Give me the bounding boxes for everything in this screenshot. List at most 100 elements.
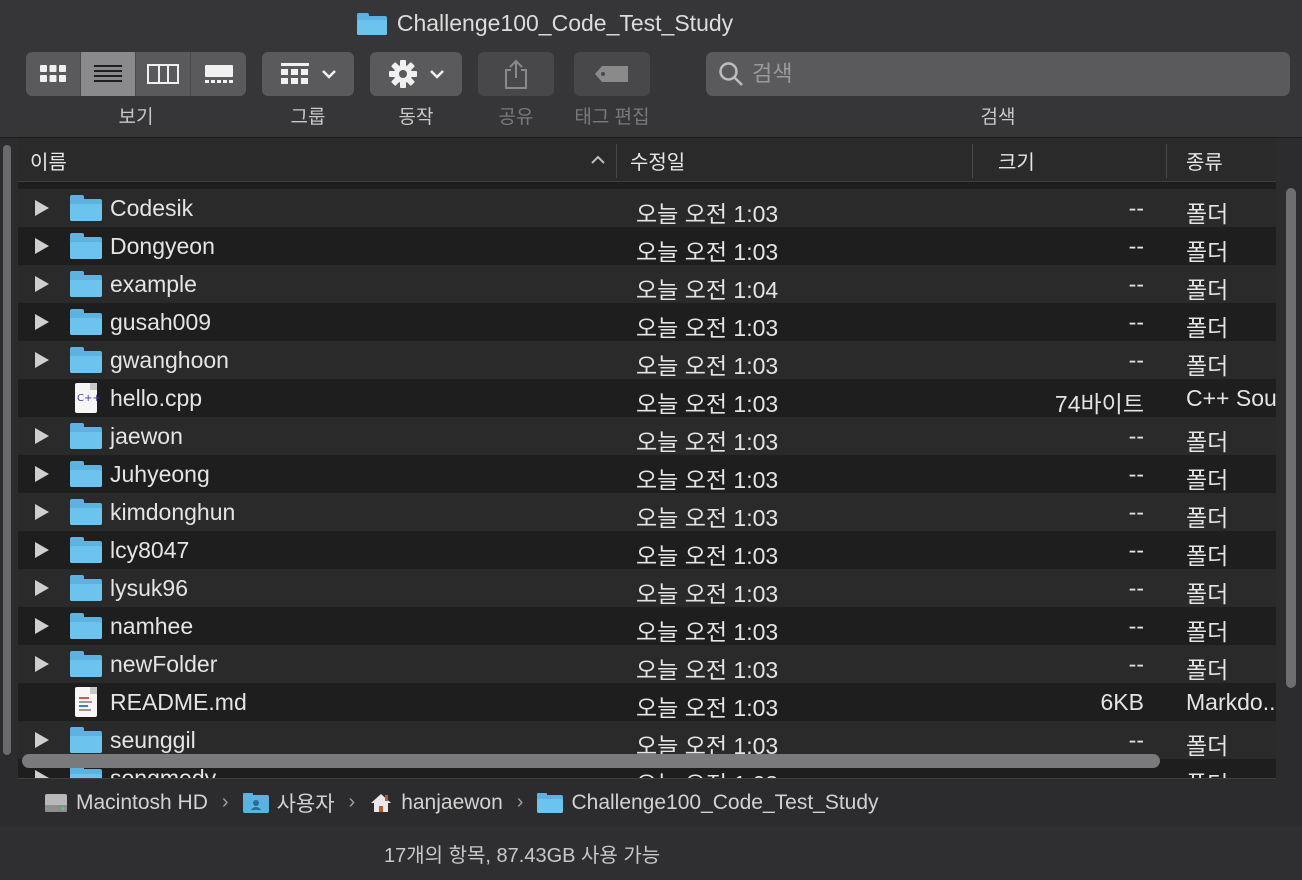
- disclosure-triangle-icon[interactable]: [35, 276, 49, 292]
- file-name: seunggil: [110, 727, 196, 753]
- file-size: --: [1128, 651, 1144, 677]
- gallery-view-button[interactable]: [191, 52, 246, 96]
- file-kind: 폴더: [1186, 239, 1229, 265]
- file-row[interactable]: kimdonghun 오늘 오전 1:03 -- 폴더: [18, 493, 1276, 531]
- window-title-text: Challenge100_Code_Test_Study: [396, 10, 734, 36]
- file-size: --: [1128, 499, 1144, 525]
- file-size: --: [1128, 233, 1144, 259]
- folder-icon: [70, 347, 102, 373]
- users-folder-icon: [242, 792, 269, 813]
- disclosure-triangle-icon[interactable]: [35, 238, 49, 254]
- folder-icon: [70, 651, 102, 677]
- horizontal-scrollbar[interactable]: [22, 754, 1160, 768]
- disclosure-triangle-icon[interactable]: [35, 618, 49, 634]
- column-header-name[interactable]: 이름: [30, 138, 620, 182]
- group-button[interactable]: [262, 52, 354, 96]
- file-row[interactable]: gusah009 오늘 오전 1:03 -- 폴더: [18, 303, 1276, 341]
- cpp-file-icon: C++: [70, 383, 102, 413]
- file-row[interactable]: gwanghoon 오늘 오전 1:03 -- 폴더: [18, 341, 1276, 379]
- path-item-macintosh-hd[interactable]: Macintosh HD: [44, 791, 208, 815]
- file-date-modified: 오늘 오전 1:03: [636, 467, 779, 493]
- folder-icon: [70, 613, 102, 639]
- file-kind: 폴더: [1186, 581, 1229, 607]
- vertical-scrollbar[interactable]: [1284, 188, 1298, 688]
- disclosure-triangle-icon[interactable]: [35, 770, 49, 778]
- icon-view-button[interactable]: [26, 52, 81, 96]
- disclosure-triangle-icon[interactable]: [35, 428, 49, 444]
- file-name: namhee: [110, 613, 194, 639]
- folder-icon: [70, 575, 102, 601]
- path-item-users[interactable]: 사용자: [242, 788, 335, 818]
- share-button[interactable]: [478, 52, 554, 96]
- file-row[interactable]: README.md 오늘 오전 1:03 6KB Markdo...: [18, 683, 1276, 721]
- column-size-label: 크기: [998, 151, 1035, 174]
- path-item-home[interactable]: hanjaewon: [369, 791, 503, 815]
- file-row[interactable]: lcy8047 오늘 오전 1:03 -- 폴더: [18, 531, 1276, 569]
- path-label: 사용자: [276, 792, 335, 816]
- grid-icon: [40, 65, 66, 82]
- disclosure-triangle-icon[interactable]: [35, 466, 49, 482]
- search-input[interactable]: [752, 61, 1252, 87]
- disclosure-triangle-icon[interactable]: [35, 504, 49, 520]
- file-size: 6KB: [1100, 689, 1144, 715]
- status-bar: 17개의 항목, 87.43GB 사용 가능: [0, 826, 1302, 880]
- sidebar-scrollbar[interactable]: [3, 145, 11, 755]
- share-icon: [505, 59, 527, 89]
- disclosure-triangle-icon[interactable]: [35, 542, 49, 558]
- chevron-right-icon: ›: [221, 791, 229, 813]
- column-divider[interactable]: [972, 144, 973, 178]
- disclosure-triangle-icon[interactable]: [35, 200, 49, 216]
- file-row[interactable]: Codesik 오늘 오전 1:03 -- 폴더: [18, 189, 1276, 227]
- file-row[interactable]: namhee 오늘 오전 1:03 -- 폴더: [18, 607, 1276, 645]
- file-row[interactable]: newFolder 오늘 오전 1:03 -- 폴더: [18, 645, 1276, 683]
- file-kind: 폴더: [1186, 733, 1229, 759]
- file-row[interactable]: example 오늘 오전 1:04 -- 폴더: [18, 265, 1276, 303]
- file-name: README.md: [110, 689, 247, 715]
- file-row[interactable]: Dongyeon 오늘 오전 1:03 -- 폴더: [18, 227, 1276, 265]
- share-label: 공유: [498, 107, 534, 128]
- file-size: --: [1128, 537, 1144, 563]
- search-label: 검색: [980, 107, 1016, 128]
- folder-icon: [70, 195, 102, 221]
- search-field[interactable]: [706, 52, 1290, 96]
- columns-icon: [147, 64, 179, 84]
- column-divider[interactable]: [1166, 144, 1167, 178]
- gear-icon: [389, 60, 417, 88]
- list-view-button[interactable]: [81, 52, 136, 96]
- edit-tags-button[interactable]: [574, 52, 650, 96]
- view-mode-control: [26, 52, 246, 96]
- file-size: --: [1128, 423, 1144, 449]
- column-header-kind[interactable]: 종류: [1186, 138, 1276, 182]
- disclosure-triangle-icon[interactable]: [35, 314, 49, 330]
- file-row[interactable]: C++ hello.cpp 오늘 오전 1:03 74바이트 C++ Sou: [18, 379, 1276, 417]
- disclosure-triangle-icon[interactable]: [35, 656, 49, 672]
- column-view-button[interactable]: [136, 52, 191, 96]
- file-date-modified: 오늘 오전 1:03: [636, 581, 779, 607]
- vertical-scroll-thumb[interactable]: [1286, 188, 1296, 688]
- folder-icon: [70, 727, 102, 753]
- file-row[interactable]: Juhyeong 오늘 오전 1:03 -- 폴더: [18, 455, 1276, 493]
- file-row[interactable]: lysuk96 오늘 오전 1:03 -- 폴더: [18, 569, 1276, 607]
- view-label: 보기: [118, 107, 154, 128]
- disclosure-triangle-icon[interactable]: [35, 732, 49, 748]
- hard-drive-icon: [45, 793, 67, 812]
- file-size: --: [1128, 575, 1144, 601]
- column-header-size[interactable]: 크기: [998, 138, 1168, 182]
- search-icon: [719, 62, 743, 86]
- file-row[interactable]: jaewon 오늘 오전 1:03 -- 폴더: [18, 417, 1276, 455]
- file-name: gwanghoon: [110, 347, 229, 373]
- action-button[interactable]: [370, 52, 462, 96]
- file-kind: Markdo...: [1186, 689, 1276, 715]
- chevron-right-icon: ›: [348, 791, 356, 813]
- path-label: Macintosh HD: [76, 790, 208, 814]
- file-size: --: [1128, 347, 1144, 373]
- column-divider[interactable]: [616, 144, 617, 178]
- path-item-current-folder[interactable]: Challenge100_Code_Test_Study: [537, 791, 879, 815]
- file-kind: 폴더: [1186, 657, 1229, 683]
- sort-ascending-icon: [591, 155, 605, 164]
- chevron-right-icon: ›: [516, 791, 524, 813]
- disclosure-triangle-icon[interactable]: [35, 580, 49, 596]
- file-date-modified: 오늘 오전 1:03: [636, 201, 779, 227]
- disclosure-triangle-icon[interactable]: [35, 352, 49, 368]
- column-header-date[interactable]: 수정일: [630, 138, 970, 182]
